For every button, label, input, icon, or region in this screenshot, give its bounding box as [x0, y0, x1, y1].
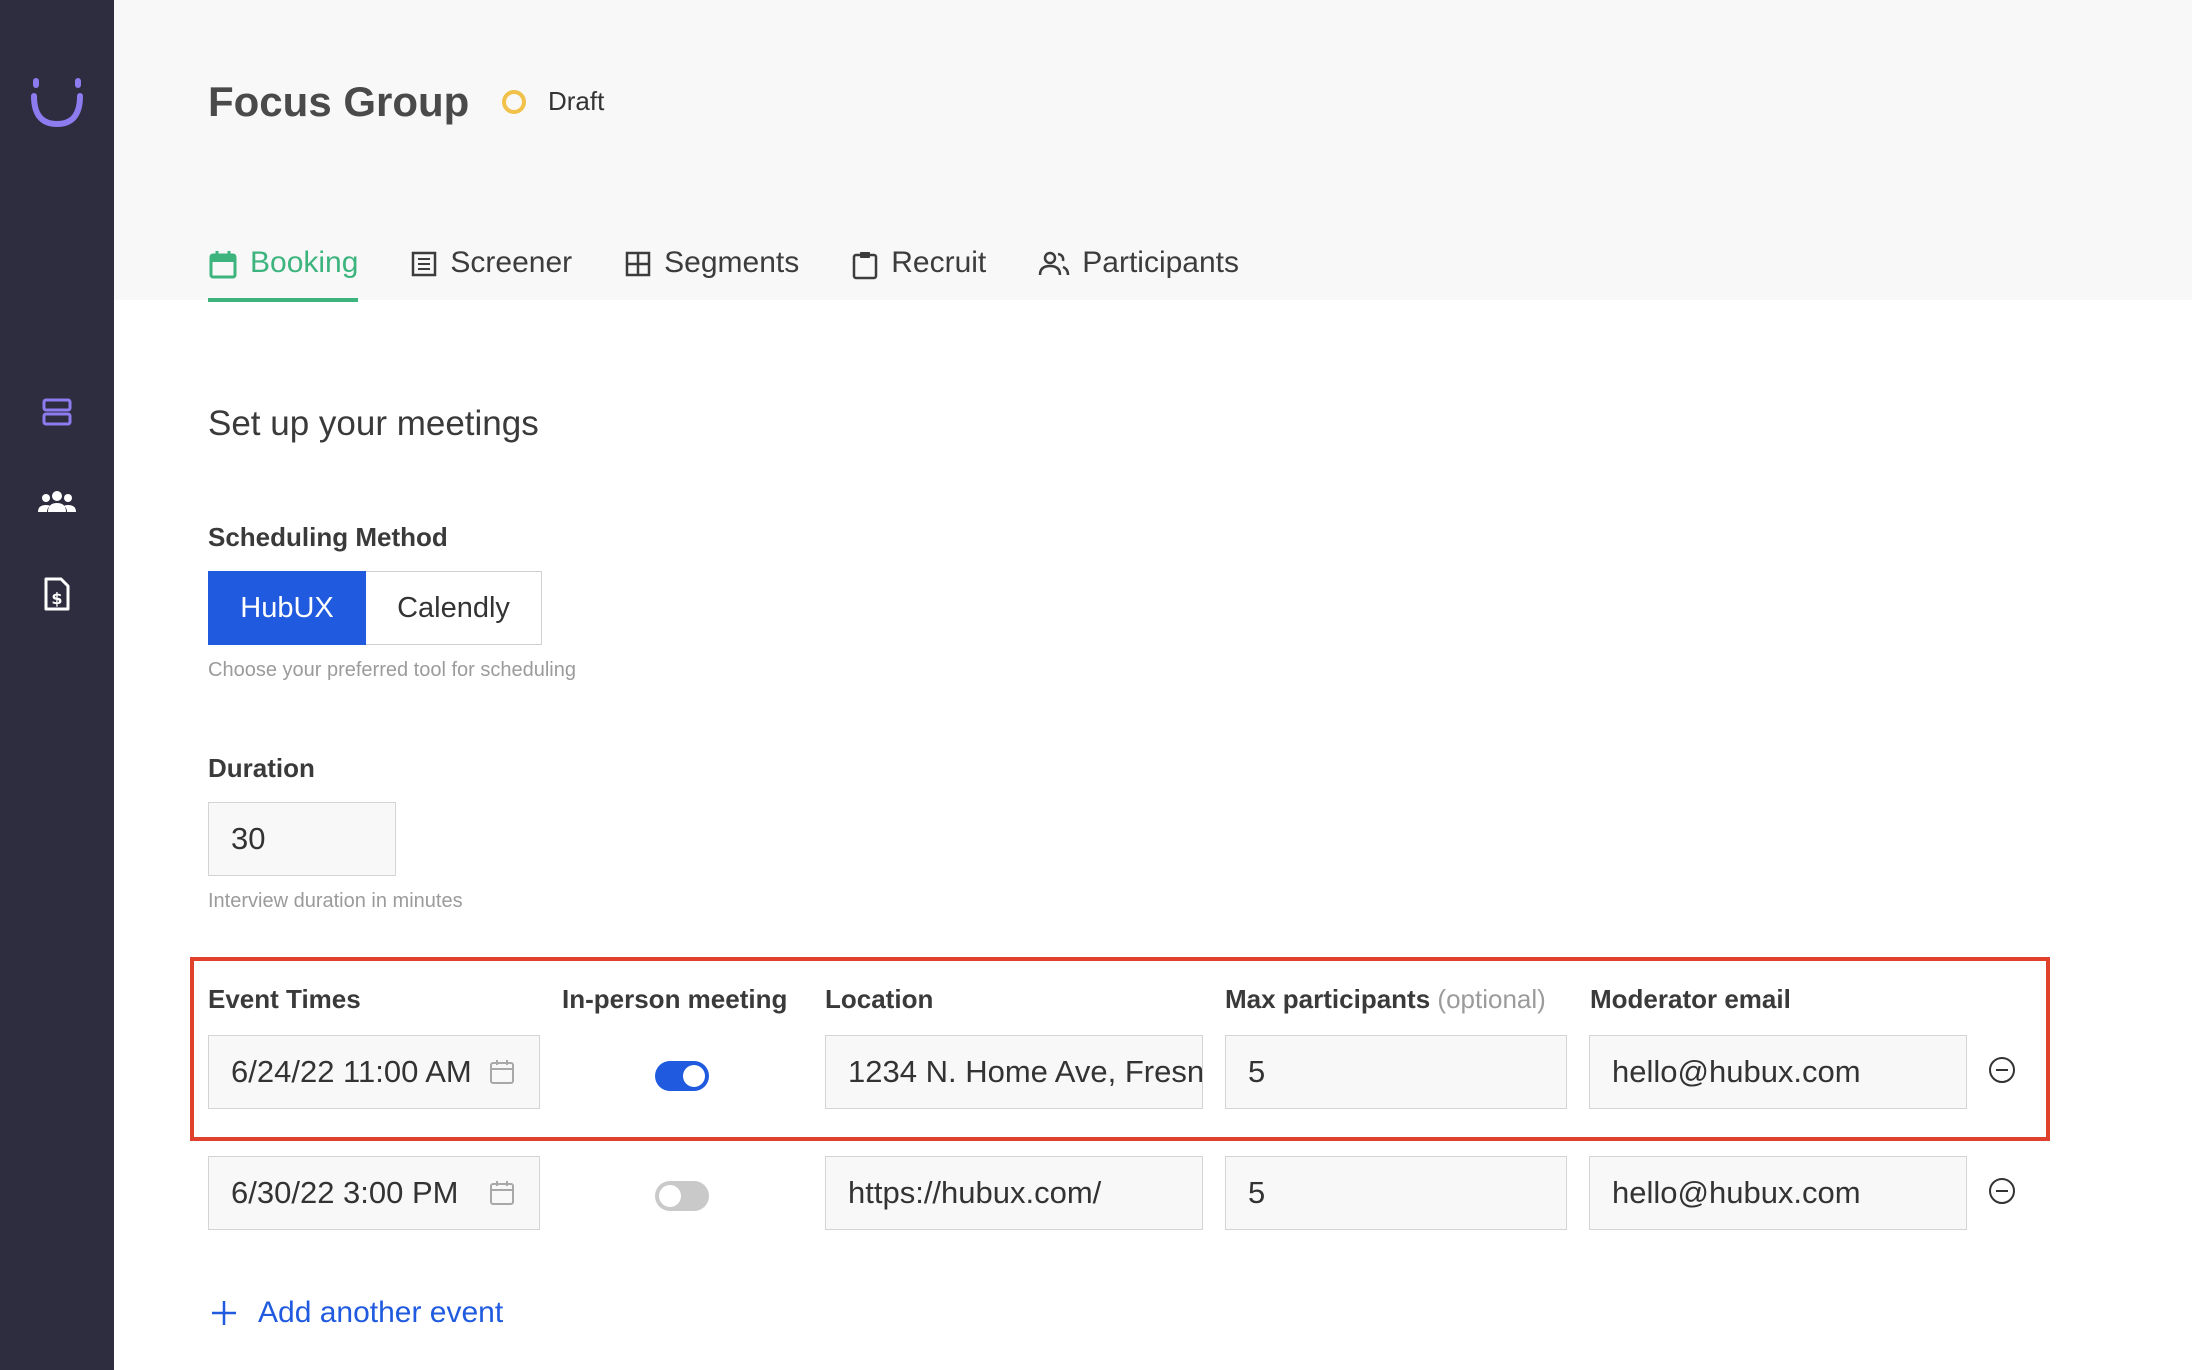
- max-participants-value: 5: [1248, 1175, 1266, 1210]
- tab-booking[interactable]: Booking: [208, 246, 359, 302]
- moderator-email-input[interactable]: hello@hubux.com: [1589, 1156, 1967, 1230]
- event-time-input[interactable]: 6/24/22 11:00 AM: [208, 1035, 540, 1109]
- plus-icon: [212, 1301, 236, 1325]
- calendar-icon[interactable]: [485, 1059, 519, 1085]
- page-title: Focus Group: [208, 78, 470, 125]
- tab-screener[interactable]: Screener: [410, 246, 572, 298]
- location-value: 1234 N. Home Ave, Fresno: [848, 1054, 1202, 1089]
- calendar-icon[interactable]: [485, 1180, 519, 1206]
- calendar-icon: [209, 251, 237, 279]
- list-icon: [412, 251, 437, 277]
- event-time-value: 6/30/22 3:00 PM: [231, 1175, 459, 1210]
- svg-text:$: $: [51, 589, 62, 608]
- duration-label: Duration: [208, 753, 315, 783]
- max-participants-label: Max participants: [1225, 984, 1431, 1014]
- event-time-value: 6/24/22 11:00 AM: [231, 1054, 472, 1089]
- people-icon: [1039, 251, 1070, 276]
- tab-label: Recruit: [891, 246, 987, 279]
- max-participants-input[interactable]: 5: [1225, 1156, 1567, 1230]
- sidebar: $: [0, 0, 114, 1370]
- in-person-toggle[interactable]: [655, 1181, 709, 1211]
- moderator-email-value: hello@hubux.com: [1612, 1175, 1861, 1210]
- remove-event-icon[interactable]: [1988, 1177, 2016, 1205]
- team-icon[interactable]: [0, 488, 114, 516]
- tab-label: Participants: [1082, 246, 1240, 279]
- smile-logo-icon[interactable]: [0, 72, 114, 132]
- moderator-email-input[interactable]: hello@hubux.com: [1589, 1035, 1967, 1109]
- duration-help-text: Interview duration in minutes: [208, 890, 463, 912]
- invoice-icon[interactable]: $: [0, 576, 114, 612]
- layers-icon[interactable]: [0, 396, 114, 428]
- add-event-label: Add another event: [258, 1296, 504, 1329]
- location-value: https://hubux.com/: [848, 1175, 1102, 1210]
- max-participants-value: 5: [1248, 1054, 1266, 1089]
- optional-label: (optional): [1437, 984, 1546, 1014]
- duration-input[interactable]: 30: [208, 802, 396, 876]
- tab-label: Screener: [450, 246, 573, 279]
- max-participants-input[interactable]: 5: [1225, 1035, 1567, 1109]
- location-input[interactable]: 1234 N. Home Ave, Fresno: [825, 1035, 1203, 1109]
- max-participants-header: Max participants (optional): [1225, 984, 1546, 1015]
- add-another-event-button[interactable]: Add another event: [210, 1296, 503, 1330]
- in-person-toggle[interactable]: [655, 1061, 709, 1091]
- remove-event-icon[interactable]: [1988, 1056, 2016, 1084]
- status-badge: Draft: [502, 86, 604, 117]
- grid-icon: [625, 251, 651, 277]
- event-times-header: Event Times: [208, 984, 361, 1014]
- in-person-header: In-person meeting: [562, 984, 788, 1014]
- tab-participants[interactable]: Participants: [1038, 246, 1239, 298]
- tab-bar: Booking Screener Segments Recruit Partic…: [208, 246, 1291, 302]
- hubux-option-button[interactable]: HubUX: [208, 571, 366, 645]
- scheduling-method-label: Scheduling Method: [208, 522, 448, 552]
- calendly-option-button[interactable]: Calendly: [366, 571, 542, 645]
- tab-label: Booking: [250, 246, 359, 279]
- moderator-email-value: hello@hubux.com: [1612, 1054, 1861, 1089]
- tab-label: Segments: [664, 246, 800, 279]
- section-title: Set up your meetings: [208, 404, 539, 443]
- duration-value: 30: [231, 821, 266, 856]
- tab-segments[interactable]: Segments: [624, 246, 799, 298]
- location-input[interactable]: https://hubux.com/: [825, 1156, 1203, 1230]
- clipboard-icon: [852, 252, 878, 280]
- tab-recruit[interactable]: Recruit: [851, 246, 986, 298]
- location-header: Location: [825, 984, 934, 1014]
- moderator-email-header: Moderator email: [1590, 984, 1791, 1014]
- event-time-input[interactable]: 6/30/22 3:00 PM: [208, 1156, 540, 1230]
- scheduling-method-toggle: HubUX Calendly: [208, 571, 542, 645]
- scheduling-help-text: Choose your preferred tool for schedulin…: [208, 659, 576, 681]
- draft-status-icon: [502, 89, 526, 114]
- status-label: Draft: [548, 86, 605, 116]
